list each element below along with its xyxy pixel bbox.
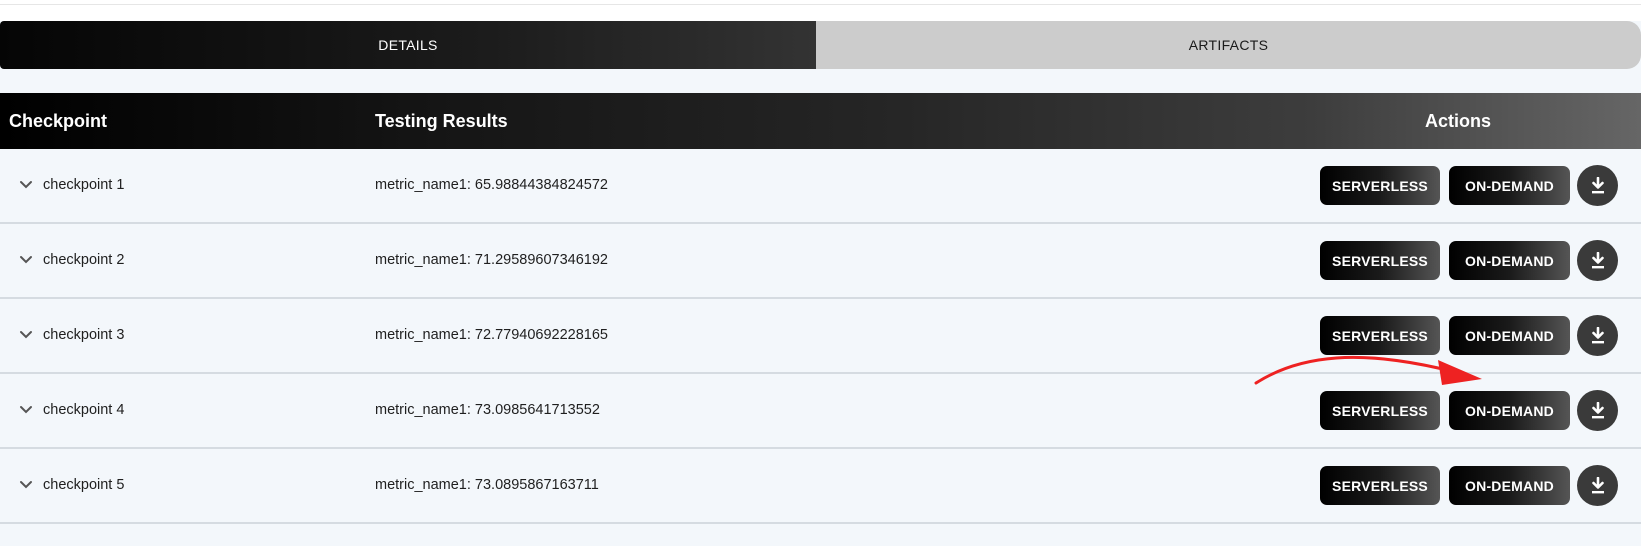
- tab-bar: DETAILS ARTIFACTS: [0, 21, 1641, 69]
- serverless-button[interactable]: SERVERLESS: [1320, 241, 1440, 280]
- table-row: checkpoint 3 metric_name1: 72.7794069222…: [0, 299, 1641, 374]
- on-demand-button[interactable]: ON-DEMAND: [1449, 391, 1570, 430]
- tab-details[interactable]: DETAILS: [0, 21, 816, 69]
- download-button[interactable]: [1577, 315, 1618, 356]
- download-icon: [1591, 401, 1604, 418]
- download-icon: [1591, 476, 1604, 493]
- column-header-checkpoint: Checkpoint: [9, 111, 108, 131]
- testing-result: metric_name1: 71.29589607346192: [375, 252, 608, 268]
- checkpoint-name: checkpoint 3: [43, 327, 125, 343]
- serverless-button[interactable]: SERVERLESS: [1320, 391, 1440, 430]
- table-row: checkpoint 5 metric_name1: 73.0895867163…: [0, 449, 1641, 524]
- checkpoint-name: checkpoint 5: [43, 477, 125, 493]
- testing-result: metric_name1: 65.98844384824572: [375, 177, 608, 193]
- testing-result: metric_name1: 73.0985641713552: [375, 402, 600, 418]
- serverless-button[interactable]: SERVERLESS: [1320, 166, 1440, 205]
- download-button[interactable]: [1577, 240, 1618, 281]
- on-demand-button[interactable]: ON-DEMAND: [1449, 241, 1570, 280]
- serverless-button[interactable]: SERVERLESS: [1320, 316, 1440, 355]
- download-button[interactable]: [1577, 390, 1618, 431]
- checkpoint-table-body: checkpoint 1 metric_name1: 65.9884438482…: [0, 149, 1641, 524]
- chevron-down-icon[interactable]: [19, 480, 33, 490]
- tab-artifacts[interactable]: ARTIFACTS: [816, 21, 1641, 69]
- chevron-down-icon[interactable]: [19, 405, 33, 415]
- column-header-actions: Actions: [1425, 111, 1492, 131]
- serverless-button[interactable]: SERVERLESS: [1320, 466, 1440, 505]
- download-icon: [1591, 251, 1604, 268]
- download-button[interactable]: [1577, 165, 1618, 206]
- chevron-down-icon[interactable]: [19, 255, 33, 265]
- checkpoint-name: checkpoint 1: [43, 177, 125, 193]
- column-header-testing-results: Testing Results: [375, 111, 508, 131]
- on-demand-button[interactable]: ON-DEMAND: [1449, 166, 1570, 205]
- download-button[interactable]: [1577, 465, 1618, 506]
- table-row: checkpoint 2 metric_name1: 71.2958960734…: [0, 224, 1641, 299]
- on-demand-button[interactable]: ON-DEMAND: [1449, 466, 1570, 505]
- top-strip: [0, 0, 1641, 21]
- table-row: checkpoint 4 metric_name1: 73.0985641713…: [0, 374, 1641, 449]
- on-demand-button[interactable]: ON-DEMAND: [1449, 316, 1570, 355]
- chevron-down-icon[interactable]: [19, 180, 33, 190]
- testing-result: metric_name1: 72.77940692228165: [375, 327, 608, 343]
- testing-result: metric_name1: 73.0895867163711: [375, 477, 599, 493]
- table-header: Checkpoint Testing Results Actions: [0, 93, 1641, 149]
- chevron-down-icon[interactable]: [19, 330, 33, 340]
- table-row: checkpoint 1 metric_name1: 65.9884438482…: [0, 149, 1641, 224]
- checkpoint-name: checkpoint 2: [43, 252, 125, 268]
- download-icon: [1591, 176, 1604, 193]
- download-icon: [1591, 326, 1604, 343]
- checkpoint-name: checkpoint 4: [43, 402, 125, 418]
